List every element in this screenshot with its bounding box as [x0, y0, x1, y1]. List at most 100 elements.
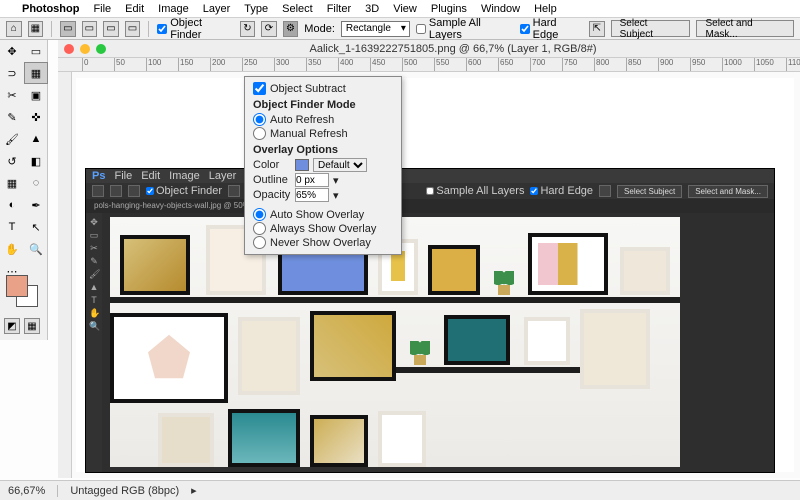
- path-tool-icon[interactable]: ↖: [24, 216, 48, 238]
- sample-all-layers-checkbox[interactable]: Sample All Layers: [416, 17, 514, 41]
- reveal-icon[interactable]: ⟳: [261, 21, 277, 37]
- never-show-overlay-radio[interactable]: Never Show Overlay: [253, 236, 393, 249]
- selection-intersect-icon[interactable]: ▭: [125, 21, 141, 37]
- tool-preset-icon[interactable]: ▦: [28, 21, 44, 37]
- brush-tool-icon[interactable]: 🖌: [0, 128, 24, 150]
- object-subtract-checkbox[interactable]: Object Subtract: [253, 82, 393, 95]
- inner-select-subject-button: Select Subject: [617, 185, 682, 198]
- screenmode-icon[interactable]: ▦: [24, 318, 40, 334]
- manual-refresh-radio[interactable]: Manual Refresh: [253, 127, 393, 140]
- chevron-down-icon[interactable]: ▾: [333, 189, 339, 202]
- blur-tool-icon[interactable]: ◌: [24, 172, 48, 194]
- foreground-color-swatch[interactable]: [6, 275, 28, 297]
- auto-refresh-radio[interactable]: Auto Refresh: [253, 113, 393, 126]
- eraser-tool-icon[interactable]: ◧: [24, 150, 48, 172]
- canvas[interactable]: Object Subtract Object Finder Mode Auto …: [76, 78, 794, 472]
- never-show-label: Never Show Overlay: [270, 237, 371, 249]
- selection-subtract-icon[interactable]: ▭: [103, 21, 119, 37]
- ruler-tick: 300: [274, 58, 306, 71]
- inner-tool-icon: ✋: [89, 308, 99, 318]
- document-window: Aalick_1-1639222751805.png @ 66,7% (Laye…: [58, 40, 800, 478]
- inner-tool-icon: 🔍: [89, 321, 99, 331]
- chevron-right-icon[interactable]: ▸: [191, 484, 197, 497]
- mode-select[interactable]: Rectangle: [341, 21, 410, 37]
- type-tool-icon[interactable]: T: [0, 216, 24, 238]
- auto-show-label: Auto Show Overlay: [270, 209, 364, 221]
- refresh-icon[interactable]: ↻: [240, 21, 256, 37]
- overlay-color-select[interactable]: Default: [313, 158, 367, 172]
- color-swatches[interactable]: [6, 275, 40, 309]
- inner-tool-icon: ✥: [89, 217, 99, 227]
- object-finder-checkbox[interactable]: Object Finder: [157, 17, 233, 41]
- menu-3d[interactable]: 3D: [365, 3, 379, 15]
- menu-filter[interactable]: Filter: [327, 3, 351, 15]
- menu-plugins[interactable]: Plugins: [431, 3, 467, 15]
- close-traffic-light[interactable]: [64, 44, 74, 54]
- overlay-color-swatch[interactable]: [295, 159, 309, 171]
- ruler-tick: 550: [434, 58, 466, 71]
- horizontal-ruler: 0501001502002503003504004505005506006507…: [58, 58, 800, 72]
- color-profile[interactable]: Untagged RGB (8bpc): [70, 485, 179, 497]
- ruler-tick: 1100: [786, 58, 800, 71]
- menu-help[interactable]: Help: [534, 3, 557, 15]
- gradient-tool-icon[interactable]: ▦: [0, 172, 24, 194]
- minimize-traffic-light[interactable]: [80, 44, 90, 54]
- chevron-down-icon[interactable]: ▾: [333, 174, 339, 187]
- hand-tool-icon[interactable]: ✋: [0, 238, 24, 260]
- outline-label: Outline: [253, 174, 291, 186]
- inner-tool-icon: ✂: [89, 243, 99, 253]
- history-brush-icon[interactable]: ↺: [0, 150, 24, 172]
- opacity-label: Opacity: [253, 189, 291, 201]
- pen-tool-icon[interactable]: ✒: [24, 194, 48, 216]
- menu-window[interactable]: Window: [481, 3, 520, 15]
- quickmask-icon[interactable]: ◩: [4, 318, 20, 334]
- crop-tool-icon[interactable]: ✂: [0, 84, 24, 106]
- inner-tool-icon: ▭: [89, 230, 99, 240]
- inner-menubar: Ps File Edit Image Layer Type Select Fil…: [86, 169, 774, 183]
- status-bar: 66,67% Untagged RGB (8bpc) ▸: [0, 480, 800, 500]
- eyedropper-tool-icon[interactable]: ✎: [0, 106, 24, 128]
- app-name[interactable]: Photoshop: [22, 3, 79, 15]
- select-subject-button[interactable]: Select Subject: [611, 20, 691, 37]
- home-icon[interactable]: ⌂: [6, 21, 22, 37]
- zoom-level[interactable]: 66,67%: [8, 485, 58, 497]
- export-icon[interactable]: ⇱: [589, 21, 605, 37]
- ruler-tick: 450: [370, 58, 402, 71]
- frame-tool-icon[interactable]: ▣: [24, 84, 48, 106]
- healing-tool-icon[interactable]: ✜: [24, 106, 48, 128]
- stamp-tool-icon[interactable]: ▲: [24, 128, 48, 150]
- menu-edit[interactable]: Edit: [125, 3, 144, 15]
- selection-new-icon[interactable]: ▭: [60, 21, 76, 37]
- inner-tool-icon: ▲: [89, 282, 99, 292]
- menu-file[interactable]: File: [93, 3, 111, 15]
- menu-select[interactable]: Select: [282, 3, 313, 15]
- menu-view[interactable]: View: [393, 3, 417, 15]
- menu-image[interactable]: Image: [158, 3, 189, 15]
- zoom-traffic-light[interactable]: [96, 44, 106, 54]
- dodge-tool-icon[interactable]: ◐: [0, 194, 24, 216]
- inner-refresh-icon: [228, 185, 240, 197]
- auto-show-overlay-radio[interactable]: Auto Show Overlay: [253, 208, 393, 221]
- opacity-input[interactable]: [295, 188, 329, 202]
- outline-input[interactable]: [295, 173, 329, 187]
- gear-icon[interactable]: ⚙: [283, 21, 299, 37]
- marquee-tool-icon[interactable]: ▭: [24, 40, 48, 62]
- lasso-tool-icon[interactable]: ⊃: [0, 62, 24, 84]
- inner-menu-image: Image: [169, 170, 200, 182]
- select-and-mask-button[interactable]: Select and Mask...: [696, 20, 794, 37]
- menu-type[interactable]: Type: [244, 3, 268, 15]
- move-tool-icon[interactable]: ✥: [0, 40, 24, 62]
- picture-frame: [620, 247, 670, 295]
- always-show-overlay-radio[interactable]: Always Show Overlay: [253, 222, 393, 235]
- selection-add-icon[interactable]: ▭: [82, 21, 98, 37]
- hard-edge-checkbox[interactable]: Hard Edge: [520, 17, 583, 41]
- zoom-tool-icon[interactable]: 🔍: [24, 238, 48, 260]
- inner-home-icon: [92, 185, 104, 197]
- object-selection-tool-icon[interactable]: ▦: [24, 62, 48, 84]
- ruler-tick: 500: [402, 58, 434, 71]
- ruler-tick: 850: [626, 58, 658, 71]
- inner-obj-finder-label: Object Finder: [156, 185, 222, 197]
- menu-layer[interactable]: Layer: [203, 3, 231, 15]
- ruler-tick: 750: [562, 58, 594, 71]
- inner-sample-all-checkbox: Sample All Layers: [426, 185, 524, 197]
